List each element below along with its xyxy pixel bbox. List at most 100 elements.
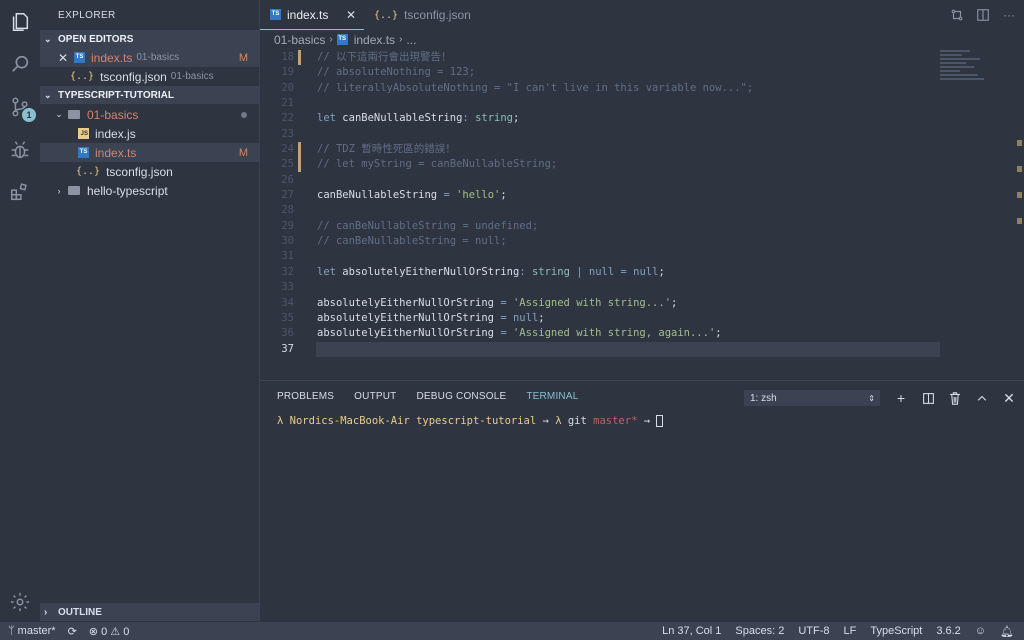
folder-hello-typescript[interactable]: › hello-typescript (40, 181, 260, 200)
code-line[interactable]: 31 (260, 249, 940, 264)
ts-version[interactable]: 3.6.2 (936, 625, 960, 637)
open-editor-desc: 01-basics (170, 71, 214, 82)
notifications-bell-icon[interactable]: 🔔︎ (1000, 625, 1014, 638)
encoding[interactable]: UTF-8 (798, 625, 829, 637)
code-line[interactable]: 27 canBeNullableString = 'hello'; (260, 188, 940, 203)
git-change-marker (298, 50, 301, 65)
extensions-icon[interactable] (8, 180, 32, 204)
code-line[interactable]: 18 // 以下這兩行會出現警告！ (260, 50, 940, 65)
breadcrumb-file[interactable]: index.ts (354, 33, 395, 47)
code-token: string (475, 112, 513, 125)
prompt-git: git (567, 415, 587, 427)
open-editor-index-ts[interactable]: ✕ TS index.ts 01-basics M (40, 48, 260, 67)
close-panel-icon[interactable]: ✕ (1000, 389, 1018, 407)
line-number: 27 (281, 189, 294, 202)
cursor-position[interactable]: Ln 37, Col 1 (662, 625, 721, 637)
code-line[interactable]: 34 absolutelyEitherNullOrString = 'Assign… (260, 296, 940, 311)
compare-icon[interactable] (948, 6, 966, 24)
line-ending[interactable]: LF (844, 625, 857, 637)
language-mode[interactable]: TypeScript (870, 625, 922, 637)
code-token: string (531, 265, 577, 278)
minimap[interactable] (940, 48, 1000, 108)
code-line[interactable]: 32 let absolutelyEitherNullOrString: stri… (260, 265, 940, 280)
prompt-lambda: λ (555, 415, 562, 427)
code-token: = (500, 327, 513, 340)
code-token: canBeNullableString (317, 189, 444, 202)
workspace-header[interactable]: ⌄ TYPESCRIPT-TUTORIAL (40, 86, 260, 104)
indentation[interactable]: Spaces: 2 (735, 625, 784, 637)
code-line[interactable]: 30 // canBeNullableString = null; (260, 234, 940, 249)
settings-gear-icon[interactable] (8, 590, 32, 614)
warning-count: 0 (123, 625, 130, 638)
explorer-icon[interactable] (8, 10, 32, 34)
code-line[interactable]: 33 (260, 280, 940, 295)
git-change-marker (298, 142, 301, 158)
folder-label: 01-basics (87, 107, 139, 122)
prompt-dir: typescript-tutorial (416, 415, 537, 427)
line-number: 19 (281, 66, 294, 79)
tab-output[interactable]: OUTPUT (354, 391, 396, 402)
outline-header[interactable]: › OUTLINE (40, 603, 260, 621)
split-terminal-icon[interactable] (919, 389, 937, 407)
json-file-icon: {..} (76, 166, 101, 177)
code-text: let absolutelyEitherNullOrString: string… (317, 265, 665, 280)
code-text: absolutelyEitherNullOrString = 'Assigned… (317, 326, 722, 341)
chevron-right-icon: › (57, 185, 61, 196)
code-line[interactable]: 19 // absoluteNothing = 123; (260, 65, 940, 80)
code-line[interactable]: 29 // canBeNullableString = undefined; (260, 219, 940, 234)
javascript-file-icon: JS (78, 128, 89, 139)
chevron-right-icon: › (329, 34, 333, 45)
sync-icon[interactable]: ⟳ (68, 625, 77, 638)
split-editor-icon[interactable] (974, 6, 992, 24)
debug-icon[interactable] (8, 138, 32, 162)
tab-problems[interactable]: PROBLEMS (277, 391, 334, 402)
close-icon[interactable]: ✕ (346, 8, 356, 22)
new-terminal-icon[interactable]: + (892, 389, 910, 407)
line-number: 26 (281, 173, 294, 186)
feedback-smiley-icon[interactable]: ☺ (975, 625, 986, 637)
code-line[interactable]: 35 absolutelyEitherNullOrString = null; (260, 311, 940, 326)
code-line[interactable]: 21 (260, 96, 940, 111)
more-actions-icon[interactable]: ··· (1000, 6, 1018, 24)
warning-icon: ⚠ (110, 625, 121, 638)
file-tsconfig[interactable]: {..} tsconfig.json (40, 162, 260, 181)
code-line[interactable]: 20 // literallyAbsoluteNothing = "I can't… (260, 81, 940, 96)
code-line[interactable]: 25 // let myString = canBeNullableString; (260, 157, 940, 173)
code-line[interactable]: 26 (260, 173, 940, 188)
chevron-up-icon[interactable] (973, 389, 991, 407)
tab-debug-console[interactable]: DEBUG CONSOLE (416, 391, 506, 402)
code-token: : (519, 265, 532, 278)
code-token: ; (538, 311, 545, 324)
code-text: absolutelyEitherNullOrString = null; (317, 311, 545, 326)
breadcrumb-folder[interactable]: 01-basics (274, 33, 325, 47)
close-icon[interactable]: ✕ (58, 51, 70, 65)
file-index-ts[interactable]: TS index.ts M (40, 143, 260, 162)
git-branch-status[interactable]: ᛘ master* (8, 625, 56, 637)
folder-01-basics[interactable]: ⌄ 01-basics (40, 105, 260, 124)
code-line[interactable]: 22 let canBeNullableString: string; (260, 111, 940, 126)
code-token: canBeNullableString (342, 112, 463, 125)
line-number: 36 (281, 327, 294, 340)
file-index-js[interactable]: JS index.js (40, 124, 260, 143)
terminal-output[interactable]: λ Nordics-MacBook-Air typescript-tutoria… (277, 415, 664, 427)
code-editor[interactable]: 18 // 以下這兩行會出現警告！ 19 // absoluteNothing = 1… (260, 50, 940, 357)
line-number: 35 (281, 311, 294, 324)
terminal-select[interactable]: 1: zsh ⇕ (744, 390, 880, 406)
current-line-highlight (316, 341, 940, 357)
tab-index-ts[interactable]: TS index.ts ✕ (260, 0, 364, 30)
open-editors-header[interactable]: ⌄ OPEN EDITORS (40, 30, 260, 48)
code-line[interactable]: 24 // TDZ 暫時性死區的錯誤！ (260, 142, 940, 158)
trash-icon[interactable] (946, 389, 964, 407)
tab-tsconfig[interactable]: {..} tsconfig.json (364, 0, 484, 30)
breadcrumb-more[interactable]: ... (406, 33, 416, 47)
problems-status[interactable]: ⊗ 0 ⚠ 0 (89, 625, 130, 638)
code-line[interactable]: 36 absolutelyEitherNullOrString = 'Assign… (260, 326, 940, 341)
code-line[interactable]: 37 (260, 341, 940, 357)
open-editor-tsconfig[interactable]: {..} tsconfig.json 01-basics (40, 67, 260, 86)
tab-terminal[interactable]: TERMINAL (526, 391, 578, 402)
code-text: // canBeNullableString = null; (317, 234, 507, 249)
code-line[interactable]: 23 (260, 127, 940, 142)
code-token: ; (513, 112, 520, 125)
code-line[interactable]: 28 (260, 203, 940, 218)
search-icon[interactable] (8, 52, 32, 76)
